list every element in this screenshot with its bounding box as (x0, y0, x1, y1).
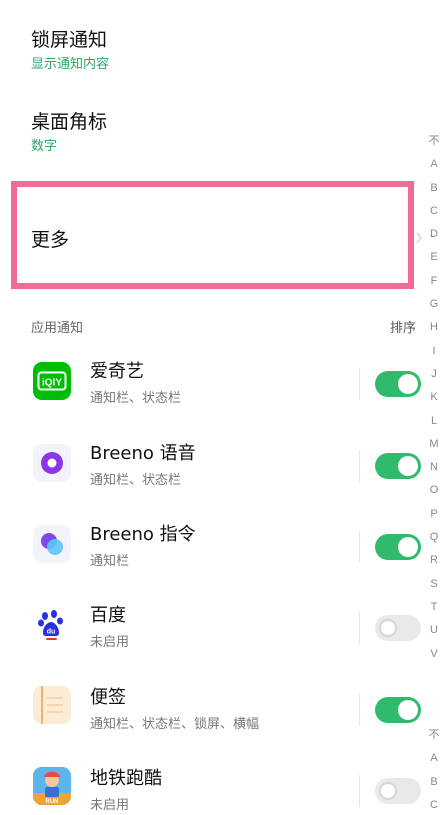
index-letter-H[interactable]: H (426, 316, 442, 339)
index-letter-E[interactable]: E (426, 246, 442, 269)
svg-text:RUN: RUN (46, 799, 59, 805)
divider (359, 368, 360, 400)
subway-surfers-icon: RUN (33, 767, 71, 805)
notification-toggle[interactable] (375, 534, 421, 560)
divider (359, 531, 360, 563)
divider (359, 450, 360, 482)
svg-text:du: du (47, 629, 56, 636)
app-status: 通知栏、状态栏 (90, 473, 182, 488)
index-letter-A[interactable]: A (426, 153, 442, 176)
more-settings-item[interactable]: 更多 (31, 228, 69, 252)
index-letter-F[interactable]: F (426, 270, 442, 293)
index-letter-D[interactable]: D (426, 223, 442, 246)
notification-toggle[interactable] (375, 453, 421, 479)
notification-toggle[interactable] (375, 697, 421, 723)
index-letter-不[interactable]: 不 (426, 724, 442, 747)
alphabet-index-scrubber-lower[interactable]: 不ABC (426, 724, 442, 815)
app-row-iqiyi[interactable]: iQIY 爱奇艺 通知栏、状态栏 (0, 346, 448, 427)
app-name: 地铁跑酷 (90, 768, 162, 789)
notification-toggle[interactable] (375, 371, 421, 397)
index-letter-R[interactable]: R (426, 549, 442, 572)
index-letter-A[interactable]: A (426, 747, 442, 770)
highlight-annotation (11, 181, 414, 289)
index-letter-J[interactable]: J (426, 363, 442, 386)
desktop-badge-setting[interactable]: 桌面角标 数字 (31, 110, 107, 156)
index-letter-C[interactable]: C (426, 200, 442, 223)
sort-button[interactable]: 排序 (390, 317, 416, 336)
app-row-subway-surfers[interactable]: RUN 地铁跑酷 未启用 (0, 753, 448, 815)
index-letter-M[interactable]: M (426, 433, 442, 456)
app-notifications-heading: 应用通知 (31, 321, 84, 336)
app-name: Breeno 语音 (90, 443, 196, 464)
notes-icon (33, 686, 71, 724)
index-letter-K[interactable]: K (426, 386, 442, 409)
app-status: 通知栏 (90, 554, 130, 569)
app-row-breeno-command[interactable]: Breeno 指令 通知栏 (0, 509, 448, 590)
index-letter-P[interactable]: P (426, 503, 442, 526)
iqiyi-icon: iQIY (33, 362, 71, 400)
svg-text:iQIY: iQIY (42, 378, 62, 389)
app-name: 便签 (90, 687, 126, 708)
notification-toggle[interactable] (375, 615, 421, 641)
app-status: 通知栏、状态栏、锁屏、横幅 (90, 717, 260, 732)
lock-screen-notification-setting[interactable]: 锁屏通知 显示通知内容 (31, 28, 109, 74)
index-letter-S[interactable]: S (426, 573, 442, 596)
divider (359, 775, 360, 807)
index-letter-不[interactable]: 不 (426, 130, 442, 153)
app-row-breeno-voice[interactable]: Breeno 语音 通知栏、状态栏 (0, 428, 448, 509)
app-status: 未启用 (90, 798, 130, 813)
breeno-command-icon (33, 525, 71, 563)
desktop-badge-title: 桌面角标 (31, 111, 108, 133)
baidu-icon: du (33, 606, 71, 644)
app-name: 百度 (90, 605, 126, 626)
divider (359, 694, 360, 726)
lock-screen-title: 锁屏通知 (31, 29, 108, 51)
lock-screen-value: 显示通知内容 (31, 57, 110, 72)
index-letter-L[interactable]: L (426, 410, 442, 433)
index-letter-B[interactable]: B (426, 177, 442, 200)
app-name: Breeno 指令 (90, 524, 196, 545)
app-row-baidu[interactable]: du 百度 未启用 (0, 590, 448, 671)
notification-toggle[interactable] (375, 778, 421, 804)
app-status: 通知栏、状态栏 (90, 391, 182, 406)
index-letter-C[interactable]: C (426, 794, 442, 815)
app-status: 未启用 (90, 635, 130, 650)
alphabet-index-scrubber[interactable]: 不ABCDEFGHIJKLMNOPQRSTUV (426, 130, 442, 666)
desktop-badge-value: 数字 (31, 139, 58, 154)
chevron-right-icon (416, 232, 422, 244)
app-name: 爱奇艺 (90, 361, 144, 382)
index-letter-U[interactable]: U (426, 619, 442, 642)
divider (359, 612, 360, 644)
breeno-voice-icon (33, 444, 71, 482)
app-row-notes[interactable]: 便签 通知栏、状态栏、锁屏、横幅 (0, 672, 448, 753)
index-letter-O[interactable]: O (426, 479, 442, 502)
index-letter-T[interactable]: T (426, 596, 442, 619)
index-letter-G[interactable]: G (426, 293, 442, 316)
index-letter-I[interactable]: I (426, 340, 442, 363)
index-letter-Q[interactable]: Q (426, 526, 442, 549)
index-letter-N[interactable]: N (426, 456, 442, 479)
index-letter-V[interactable]: V (426, 643, 442, 666)
index-letter-B[interactable]: B (426, 771, 442, 794)
